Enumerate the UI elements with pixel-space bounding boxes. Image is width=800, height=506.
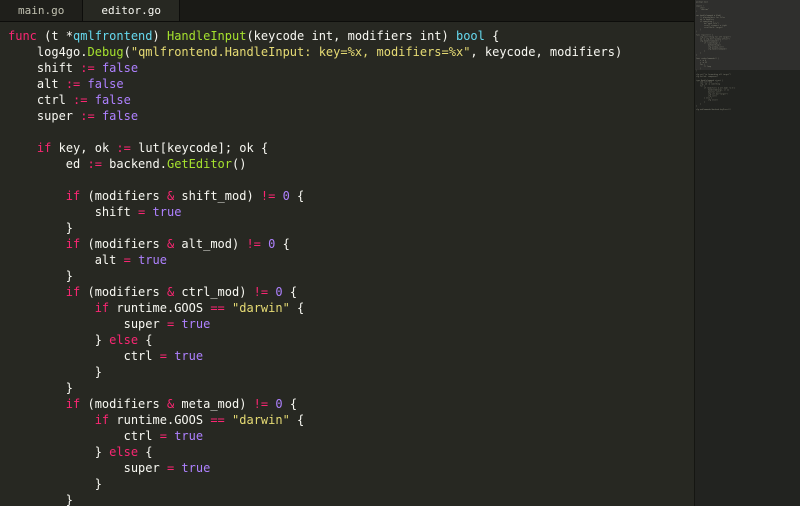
tab-label: main.go [18,4,64,17]
string-fmt: "qmlfrontend.HandleInput: key=%x, modifi… [131,45,471,59]
main-area: main.go editor.go func (t *qmlfrontend) … [0,0,694,506]
code-editor[interactable]: func (t *qmlfrontend) HandleInput(keycod… [0,22,694,506]
tab-bar: main.go editor.go [0,0,694,22]
id-log4go: log4go [37,45,80,59]
function-name: HandleInput [167,29,246,43]
receiver-type: qmlfrontend [73,29,152,43]
brace-open: { [485,29,499,43]
tab-main-go[interactable]: main.go [0,0,83,21]
tab-editor-go[interactable]: editor.go [83,0,180,21]
minimap-content: package main import ( "fmt" "runtime" ) … [695,0,793,111]
receiver-open: (t * [37,29,73,43]
minimap[interactable]: package main import ( "fmt" "runtime" ) … [694,0,800,506]
receiver-close: ) [153,29,167,43]
tab-label: editor.go [101,4,161,17]
method-debug: Debug [88,45,124,59]
keyword-func: func [8,29,37,43]
function-params: (keycode int, modifiers int) [246,29,456,43]
return-type: bool [456,29,485,43]
